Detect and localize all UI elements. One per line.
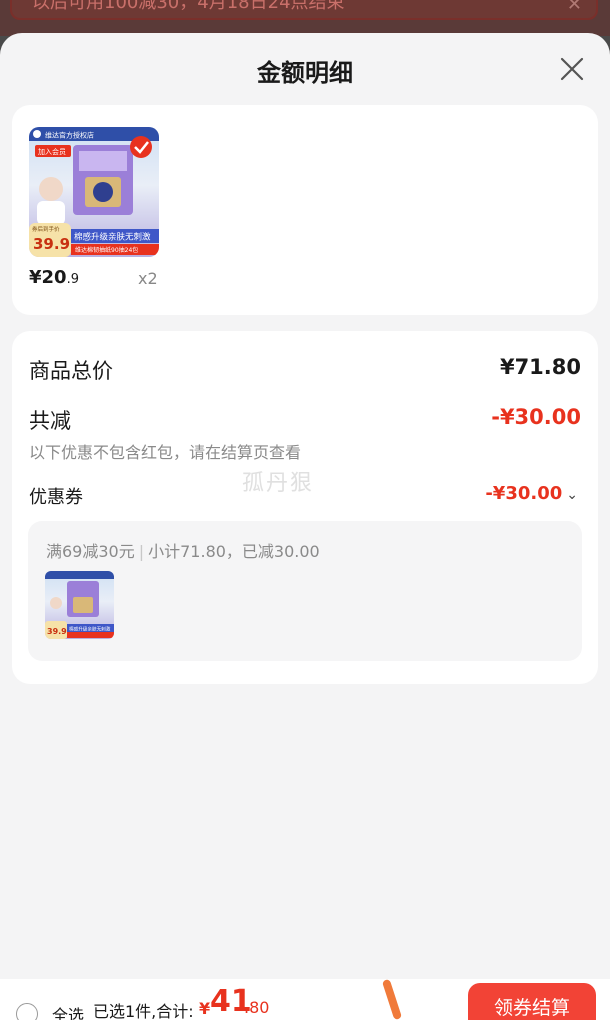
checkout-bar: 全选 已选1件,合计: ¥ 41 .80 领券结算 [0,978,610,1020]
banner-close-icon[interactable]: ✕ [567,0,582,15]
product-price: ¥20.9 [29,267,79,288]
product-card: 维达官方授权店 加入会员 券后到手价 39.9 棉感升级亲肤无刺激 维达棉韧抽纸… [12,105,598,315]
chevron-down-icon: ⌄ [566,487,578,503]
discount-note: 以下优惠不包含红包，请在结算页查看 [29,443,302,462]
discount-value: -¥30.00 [491,405,581,429]
image-store-badge: 维达官方授权店 [45,131,94,140]
coupon-toggle[interactable]: -¥30.00 ⌄ [485,483,578,504]
sheet-title: 金额明细 [257,59,353,87]
select-all-label[interactable]: 全选 [52,1002,84,1020]
total-price-label: 商品总价 [29,359,113,383]
product-image[interactable]: 维达官方授权店 加入会员 券后到手价 39.9 棉感升级亲肤无刺激 维达棉韧抽纸… [29,127,159,257]
image-slogan: 棉感升级亲肤无刺激 [74,232,151,243]
image-price: 39.9 [33,235,70,253]
total-amount-decimal: .80 [244,998,270,1017]
swipe-mark [381,978,403,1020]
total-price-value: ¥71.80 [499,355,581,379]
thumb-price: 39.9 [47,627,67,636]
selection-summary: 已选1件,合计: [93,1002,194,1020]
price-detail-card: 商品总价 ¥71.80 共减 -¥30.00 以下优惠不包含红包，请在结算页查看… [12,331,598,684]
coupon-rule: 满69减30元 [46,542,135,561]
checkout-button[interactable]: 领券结算 [468,983,596,1020]
divider: | [138,542,145,561]
watermark: 孤丹狠 [242,471,315,496]
select-all-radio[interactable] [16,1003,38,1020]
product-price-main: ¥20 [29,267,67,288]
product-price-decimal: .9 [66,272,79,287]
product-quantity: x2 [138,269,158,288]
promo-banner[interactable]: 以后可用100减30，4月18日24点结束 ✕ [0,0,610,36]
coupon-description: 满69减30元 | 小计71.80，已减30.00 [46,538,320,562]
image-member-tag: 加入会员 [38,147,66,156]
coupon-detail-box: 满69减30元 | 小计71.80，已减30.00 39.9 棉感升级亲肤无刺激 [28,521,582,661]
thumb-slogan: 棉感升级亲肤无刺激 [69,626,111,633]
coupon-value: -¥30.00 [485,483,563,504]
coupon-product-thumbnail[interactable]: 39.9 棉感升级亲肤无刺激 [45,571,114,639]
coupon-subtotal: 小计71.80，已减30.00 [148,542,320,561]
close-icon[interactable] [558,55,586,83]
promo-banner-text: 以后可用100减30，4月18日24点结束 [10,0,598,20]
coupon-label: 优惠券 [29,487,83,508]
image-price-label: 券后到手价 [32,225,60,233]
image-sub-slogan: 维达棉韧抽纸90抽24包 [75,246,138,254]
discount-label: 共减 [29,409,71,433]
total-currency: ¥ [199,999,211,1018]
amount-detail-sheet: 金额明细 维达官方授权店 加入会员 券后到手价 39.9 棉感升级亲肤无刺激 维… [0,33,610,979]
